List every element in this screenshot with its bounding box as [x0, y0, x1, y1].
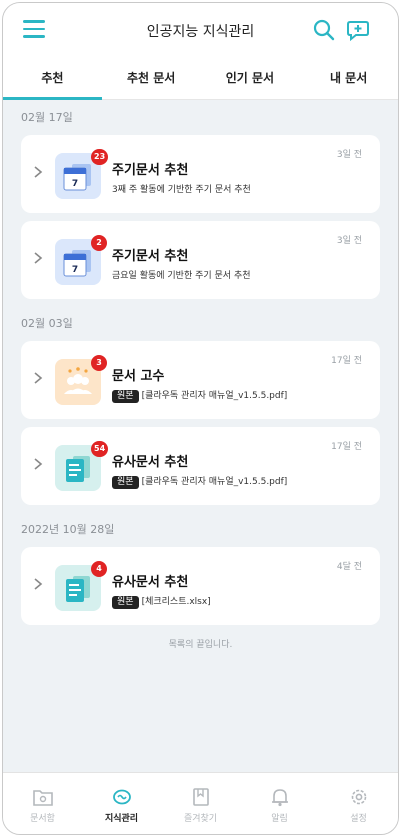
nav-item-settings[interactable]: 설정	[319, 773, 398, 834]
chevron-right-icon	[34, 166, 43, 178]
file-line: 원본 [클라우독 관리자 매뉴얼_v1.5.5.pdf]	[112, 388, 287, 403]
card-timestamp: 17일 전	[331, 356, 362, 366]
recommendation-list: 02월 17일 7 23 주기문서 추천 3째 주 활동에 기반한 주기 문서 …	[3, 101, 398, 772]
date-header: 02월 17일	[21, 111, 73, 124]
card-subtitle: 3째 주 활동에 기반한 주기 문서 추천	[112, 185, 251, 195]
original-tag: 원본	[112, 476, 139, 489]
bottom-nav: 문서함 지식관리 즐겨찾기 알림 설정	[3, 772, 398, 834]
app-header: 인공지능 지식관리	[3, 3, 398, 58]
chat-add-icon[interactable]	[345, 17, 371, 43]
nav-label: 문서함	[30, 814, 55, 824]
card-subtitle: 금요일 활동에 기반한 주기 문서 추천	[112, 271, 251, 281]
count-badge: 2	[91, 235, 107, 251]
tab-bar: 추천 추천 문서 인기 문서 내 문서	[3, 58, 398, 100]
end-of-list-text: 목록의 끝입니다.	[168, 640, 233, 650]
card-title: 주기문서 추천	[112, 163, 189, 178]
nav-label: 설정	[350, 814, 367, 824]
nav-item-notifications[interactable]: 알림	[240, 773, 319, 834]
settings-icon	[351, 789, 366, 805]
card-timestamp: 3일 전	[336, 150, 362, 160]
svg-text:7: 7	[72, 265, 78, 275]
page-title: 인공지능 지식관리	[146, 24, 255, 40]
file-name-link[interactable]: [클라우독 관리자 매뉴얼_v1.5.5.pdf]	[142, 391, 288, 401]
tab-popular-docs[interactable]: 인기 문서	[201, 58, 300, 99]
card-timestamp: 17일 전	[331, 442, 362, 452]
tab-recommend[interactable]: 추천	[3, 58, 102, 100]
nav-item-documents[interactable]: 문서함	[3, 773, 82, 834]
tab-my-docs[interactable]: 내 문서	[299, 58, 398, 99]
count-badge: 4	[91, 561, 107, 577]
count-badge: 3	[91, 355, 107, 371]
list-item[interactable]: 7 23 주기문서 추천 3째 주 활동에 기반한 주기 문서 추천 3일 전	[21, 135, 380, 213]
card-title: 문서 고수	[112, 369, 165, 384]
original-tag: 원본	[112, 596, 139, 609]
file-name-link[interactable]: [체크리스트.xlsx]	[142, 597, 211, 607]
file-line: 원본 [클라우독 관리자 매뉴얼_v1.5.5.pdf]	[112, 474, 287, 489]
folder-icon	[32, 790, 53, 806]
card-title: 유사문서 추천	[112, 455, 189, 470]
list-item[interactable]: 4 유사문서 추천 원본 [체크리스트.xlsx] 4달 전	[21, 547, 380, 625]
card-title: 주기문서 추천	[112, 249, 189, 264]
date-header: 2022년 10월 28일	[21, 523, 115, 536]
original-tag: 원본	[112, 390, 139, 403]
brain-icon	[112, 789, 131, 805]
file-line: 원본 [체크리스트.xlsx]	[112, 594, 211, 609]
chevron-right-icon	[34, 578, 43, 590]
app-frame: 인공지능 지식관리 추천 추천 문서 인기 문서 내 문서 02월 17일 7 …	[2, 2, 399, 835]
search-icon[interactable]	[311, 17, 337, 43]
count-badge: 23	[91, 149, 109, 165]
tab-recommended-docs[interactable]: 추천 문서	[102, 58, 201, 99]
list-item[interactable]: 7 2 주기문서 추천 금요일 활동에 기반한 주기 문서 추천 3일 전	[21, 221, 380, 299]
list-item[interactable]: 54 유사문서 추천 원본 [클라우독 관리자 매뉴얼_v1.5.5.pdf] 1…	[21, 427, 380, 505]
svg-text:7: 7	[72, 179, 78, 189]
list-item[interactable]: 3 문서 고수 원본 [클라우독 관리자 매뉴얼_v1.5.5.pdf] 17일 …	[21, 341, 380, 419]
chevron-right-icon	[34, 372, 43, 384]
file-name-link[interactable]: [클라우독 관리자 매뉴얼_v1.5.5.pdf]	[142, 477, 288, 487]
card-title: 유사문서 추천	[112, 575, 189, 590]
bell-icon	[271, 789, 288, 807]
chevron-right-icon	[34, 458, 43, 470]
date-header: 02월 03일	[21, 317, 73, 330]
nav-label: 알림	[271, 814, 288, 824]
bookmark-icon	[192, 788, 209, 806]
nav-item-knowledge[interactable]: 지식관리	[82, 773, 161, 834]
nav-label: 지식관리	[104, 814, 139, 824]
card-timestamp: 4달 전	[336, 562, 362, 572]
nav-label: 즐겨찾기	[183, 814, 218, 824]
nav-item-favorites[interactable]: 즐겨찾기	[161, 773, 240, 834]
card-timestamp: 3일 전	[336, 236, 362, 246]
count-badge: 54	[91, 441, 109, 457]
chevron-right-icon	[34, 252, 43, 264]
